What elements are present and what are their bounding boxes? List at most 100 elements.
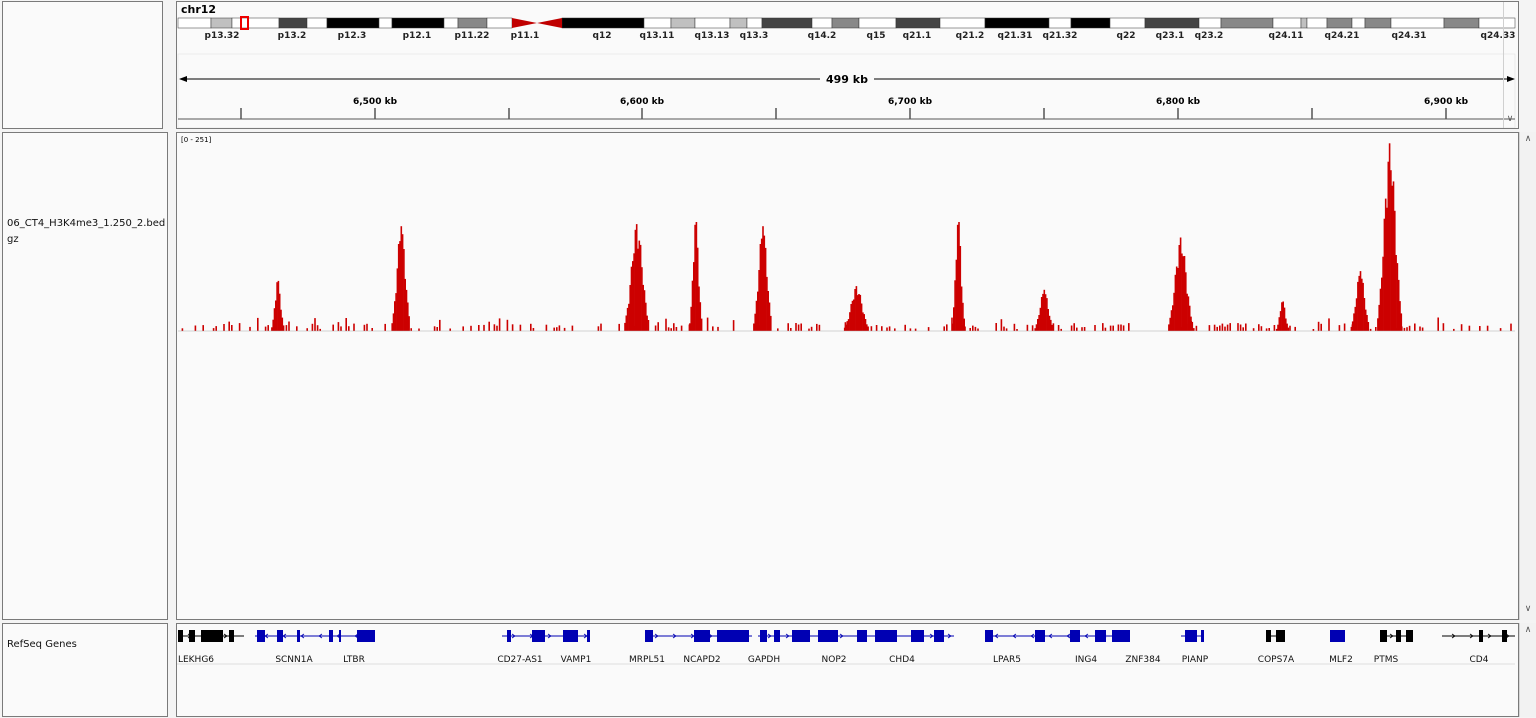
gene-exon	[760, 630, 767, 642]
signal-bar	[597, 326, 600, 331]
ideogram-band-label: q24.21	[1325, 31, 1360, 41]
header-scroll-down-icon[interactable]: ∨	[1504, 114, 1516, 124]
signal-bar	[410, 328, 412, 331]
signal-bar	[558, 325, 561, 331]
signal-bar	[808, 328, 810, 331]
signal-bar	[545, 324, 548, 331]
signal-bar	[1094, 325, 1096, 331]
signal-bar	[943, 326, 945, 331]
signal-bar	[1000, 319, 1003, 331]
signal-bar	[1258, 324, 1260, 331]
ideogram-band-label: q21.32	[1043, 31, 1078, 41]
signal-bar	[667, 327, 670, 331]
ideogram-band	[210, 17, 233, 29]
signal-bar	[215, 326, 217, 331]
ideogram-band-label: q13.13	[695, 31, 730, 41]
signal-bar	[519, 324, 522, 331]
ideogram-band	[1443, 17, 1480, 29]
ideogram-band	[1390, 17, 1445, 29]
ruler-area[interactable]	[177, 53, 1516, 128]
ideogram-band-label: q13.3	[740, 31, 769, 41]
signal-bar	[1076, 327, 1078, 331]
signal-bar	[257, 317, 259, 331]
signal-bar	[1408, 325, 1411, 331]
signal-bar	[1213, 324, 1216, 331]
ideogram-band-label: q24.33	[1481, 31, 1516, 41]
gene-exon	[985, 630, 993, 642]
gene-exon	[1502, 630, 1507, 642]
gene-track-svg[interactable]: LEKHG6 SCNN1A LTBR CD27-AS1 VAMP1 MRPL51 NCAPD…	[177, 624, 1518, 716]
signal-bar	[732, 320, 735, 331]
signal-chart[interactable]: [0 - 251]	[177, 133, 1518, 619]
signal-bar	[296, 326, 298, 331]
gene-exon	[189, 630, 195, 642]
signal-bar	[1208, 325, 1211, 331]
scroll-down-icon[interactable]: ∨	[1522, 604, 1534, 614]
signal-bar	[311, 323, 314, 331]
signal-bar	[366, 323, 368, 331]
main-scrollbar[interactable]: ∧ ∨	[1519, 132, 1536, 620]
signal-bar	[418, 328, 420, 331]
signal-peak-bar	[282, 325, 285, 331]
signal-bar	[1338, 325, 1341, 331]
gene-exon	[563, 630, 578, 642]
signal-bar	[1468, 325, 1471, 331]
signal-bar	[657, 322, 659, 331]
gene-scroll-up-icon[interactable]: ∧	[1522, 625, 1534, 635]
signal-bar	[314, 318, 316, 331]
ideogram-band	[1272, 17, 1302, 29]
ideogram-band	[1109, 17, 1146, 29]
signal-bar	[1245, 323, 1247, 331]
signal-bar	[1499, 328, 1502, 331]
signal-bar	[1419, 326, 1421, 331]
data-track-panel[interactable]: [0 - 251]	[176, 132, 1519, 620]
signal-bar	[1265, 328, 1268, 331]
data-track-name-panel[interactable]: 06_CT4_H3K4me3_1.250_2.bed gz	[2, 132, 168, 620]
header-name-panel	[2, 1, 163, 129]
signal-bar	[800, 323, 802, 331]
ruler-tick-label: 6,900 kb	[1424, 97, 1469, 107]
signal-bar	[556, 327, 558, 331]
signal-bar	[181, 328, 184, 331]
gene-track-name-panel[interactable]: RefSeq Genes	[2, 623, 168, 717]
signal-bar	[228, 321, 230, 331]
signal-bar	[1195, 325, 1198, 331]
span-label: 499 kb	[826, 73, 868, 86]
signal-bar	[238, 323, 241, 331]
ideogram-band	[643, 17, 672, 29]
signal-bar	[530, 323, 532, 331]
signal-bar	[797, 324, 800, 331]
signal-bar	[506, 319, 509, 331]
gene-exon	[911, 630, 924, 642]
signal-bar	[972, 325, 974, 331]
signal-bar	[795, 323, 797, 331]
data-track-name-line1: 06_CT4_H3K4me3_1.250_2.bed	[7, 218, 166, 229]
signal-bar	[1460, 324, 1463, 331]
ideogram-band	[984, 17, 1050, 29]
data-range-label: [0 - 251]	[181, 136, 212, 144]
gene-track-panel[interactable]: LEKHG6 SCNN1A LTBR CD27-AS1 VAMP1 MRPL51 NCAPD…	[176, 623, 1519, 717]
data-track-name: 06_CT4_H3K4me3_1.250_2.bed gz	[7, 216, 167, 248]
signal-bar	[881, 326, 883, 331]
signal-bar	[223, 324, 225, 331]
ideogram-band-label: p12.3	[338, 31, 367, 41]
signal-bar	[894, 328, 896, 331]
gene-exon	[1266, 630, 1271, 642]
signal-bar	[285, 325, 288, 331]
signal-peak-bar	[1367, 322, 1370, 331]
signal-bar	[470, 325, 472, 331]
gene-scrollbar[interactable]: ∧	[1519, 623, 1536, 717]
signal-bar	[1026, 324, 1029, 331]
signal-bar	[231, 325, 233, 331]
ideogram-band	[831, 17, 860, 29]
ideogram-band-label: q23.2	[1195, 31, 1224, 41]
gene-exon	[694, 630, 710, 642]
signal-bar	[904, 324, 906, 331]
gene-exon	[229, 630, 234, 642]
ideogram-band	[1048, 17, 1072, 29]
signal-bar	[1328, 318, 1330, 331]
signal-bar	[675, 327, 678, 331]
scroll-up-icon[interactable]: ∧	[1522, 134, 1534, 144]
signal-bar	[1437, 317, 1439, 331]
chromosome-ideogram[interactable]	[177, 17, 1516, 29]
